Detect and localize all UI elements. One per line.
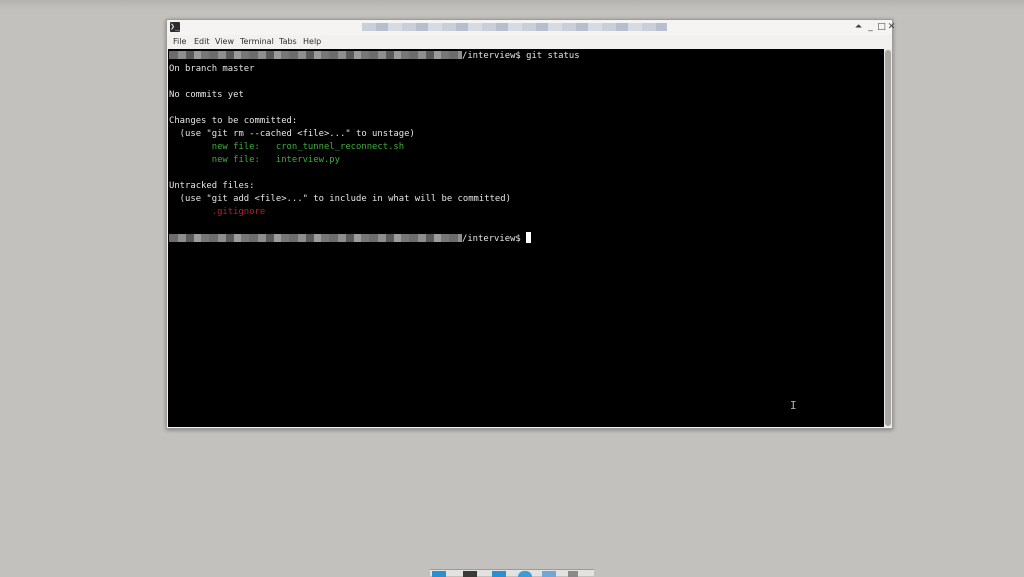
- menu-file[interactable]: File: [173, 36, 186, 48]
- title-bar[interactable]: ❯_ ⏶ _ □ ✕: [167, 20, 895, 36]
- menu-tabs[interactable]: Tabs: [279, 36, 297, 48]
- redacted-prompt: [169, 51, 462, 59]
- untracked-header-line: Untracked files:: [169, 181, 255, 191]
- terminal-window[interactable]: ❯_ ⏶ _ □ ✕ File Edit View Terminal Tabs …: [166, 19, 895, 429]
- menu-help[interactable]: Help: [303, 36, 321, 48]
- window-title-redacted: [362, 23, 667, 31]
- redacted-prompt: [169, 234, 462, 242]
- vertical-scrollbar[interactable]: [884, 49, 892, 427]
- terminal-output[interactable]: /interview$ git status On branch master …: [168, 49, 884, 427]
- new-file-line: new file: interview.py: [169, 155, 340, 165]
- menu-edit[interactable]: Edit: [194, 36, 210, 48]
- menu-terminal[interactable]: Terminal: [240, 36, 274, 48]
- taskbar-terminal-icon[interactable]: [463, 571, 477, 577]
- taskbar-misc-icon[interactable]: [568, 571, 578, 577]
- add-hint-line: (use "git add <file>..." to include in w…: [169, 194, 511, 204]
- taskbar-image-icon[interactable]: [542, 571, 556, 577]
- text-cursor-icon: I: [790, 399, 797, 412]
- prompt-line-2: /interview$: [169, 232, 532, 245]
- unstage-hint-line: (use "git rm --cached <file>..." to unst…: [169, 129, 415, 139]
- menu-bar: File Edit View Terminal Tabs Help: [167, 35, 892, 49]
- command-text: git status: [520, 51, 580, 61]
- scrollbar-thumb[interactable]: [885, 50, 891, 426]
- desktop-top-strip: [0, 0, 1024, 10]
- minimize-icon[interactable]: _: [865, 21, 876, 33]
- terminal-icon[interactable]: ❯_: [170, 22, 180, 32]
- new-file-line: new file: cron_tunnel_reconnect.sh: [169, 142, 405, 152]
- close-icon[interactable]: ✕: [886, 21, 897, 33]
- desktop: ❯_ ⏶ _ □ ✕ File Edit View Terminal Tabs …: [0, 0, 1024, 577]
- taskbar-browser-icon[interactable]: [518, 571, 532, 577]
- prompt-path: /interview$: [462, 51, 521, 61]
- text-cursor: [526, 232, 532, 243]
- untracked-file-line: .gitignore: [169, 207, 266, 217]
- taskbar-files-icon[interactable]: [492, 571, 506, 577]
- menu-view[interactable]: View: [215, 36, 234, 48]
- branch-line: On branch master: [169, 64, 255, 74]
- prompt-path: /interview$: [462, 234, 521, 244]
- taskbar: [430, 569, 594, 577]
- taskbar-app-icon[interactable]: [432, 571, 446, 577]
- changes-header-line: Changes to be committed:: [169, 116, 298, 126]
- prompt-line-1: /interview$ git status: [169, 50, 580, 63]
- roll-up-icon[interactable]: ⏶: [853, 21, 864, 33]
- no-commits-line: No commits yet: [169, 90, 244, 100]
